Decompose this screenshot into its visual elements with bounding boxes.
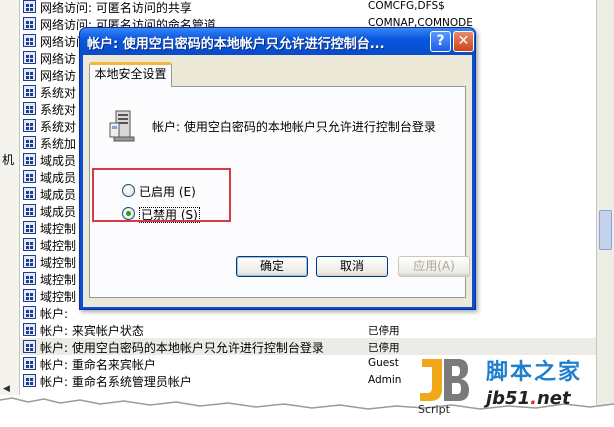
vertical-scrollbar[interactable] xyxy=(596,0,614,405)
policy-icon xyxy=(23,136,36,149)
tree-pane-edge: 机 ◀ xyxy=(0,0,20,395)
policy-icon xyxy=(23,238,36,251)
policy-name: 域成员 xyxy=(40,188,77,202)
policy-value: Admin xyxy=(368,374,402,386)
policy-icon xyxy=(23,357,36,370)
policy-row[interactable]: 帐户: 来宾帐户状态 已停用 xyxy=(20,321,614,338)
policy-icon xyxy=(23,221,36,234)
policy-name: 帐户: 重命名来宾帐户 xyxy=(40,358,156,372)
policy-name: 域控制 xyxy=(40,239,77,253)
policy-name: 域控制 xyxy=(40,256,77,270)
tab-local-security-setting[interactable]: 本地安全设置 xyxy=(89,62,172,87)
policy-icon xyxy=(23,119,36,132)
policy-icon xyxy=(23,255,36,268)
policy-icon xyxy=(23,68,36,81)
policy-value: Guest xyxy=(368,357,399,369)
policy-name: 网络访 xyxy=(40,69,77,83)
policy-icon xyxy=(23,204,36,217)
ok-button[interactable]: 确定 xyxy=(236,256,308,277)
policy-row[interactable]: 网络访问: 可匿名访问的共享 COMCFG,DFS$ xyxy=(20,0,614,15)
policy-icon xyxy=(23,17,36,30)
jb-logo-icon xyxy=(420,359,469,401)
policy-icon xyxy=(23,51,36,64)
watermark-script-text: Script xyxy=(418,403,450,416)
tree-pane-label: 机 xyxy=(2,153,15,167)
policy-title: 帐户: 使用空白密码的本地帐户只允许进行控制台登录 xyxy=(152,120,436,134)
policy-name: 网络访问: 可匿名访问的共享 xyxy=(40,1,192,15)
policy-icon xyxy=(23,289,36,302)
watermark-url: jb51.net xyxy=(486,388,571,409)
policy-icon xyxy=(23,306,36,319)
dialog-title: 帐户: 使用空白密码的本地帐户只允许进行控制台... xyxy=(87,37,385,52)
policy-name: 域成员 xyxy=(40,154,77,168)
help-button[interactable]: ? xyxy=(430,31,451,52)
policy-name: 系统对 xyxy=(40,86,77,100)
policy-icon xyxy=(23,272,36,285)
scrollbar-thumb[interactable] xyxy=(599,210,612,250)
policy-icon xyxy=(23,34,36,47)
policy-icon xyxy=(23,374,36,387)
policy-name: 域控制 xyxy=(40,273,77,287)
policy-name: 帐户: 使用空白密码的本地帐户只允许进行控制台登录 xyxy=(40,341,324,355)
policy-icon xyxy=(23,170,36,183)
policy-icon xyxy=(23,0,36,13)
policy-name: 帐户: 来宾帐户状态 xyxy=(40,324,144,338)
watermark-site-name: 脚本之家 xyxy=(486,360,583,385)
close-button[interactable]: ✕ xyxy=(453,31,474,52)
policy-icon xyxy=(23,153,36,166)
policy-name: 系统加 xyxy=(40,137,77,151)
policy-icon xyxy=(23,102,36,115)
policy-name: 系统对 xyxy=(40,120,77,134)
dialog-titlebar[interactable]: 帐户: 使用空白密码的本地帐户只允许进行控制台... ? ✕ xyxy=(80,28,475,55)
policy-name: 系统对 xyxy=(40,103,77,117)
policy-value: 已停用 xyxy=(368,342,400,354)
cancel-button[interactable]: 取消 xyxy=(316,256,388,277)
policy-icon xyxy=(23,340,36,353)
policy-value: 已停用 xyxy=(368,325,400,337)
policy-name: 帐户: 重命名系统管理员帐户 xyxy=(40,375,192,389)
policy-name: 域成员 xyxy=(40,171,77,185)
policy-name: 网络访 xyxy=(40,52,77,66)
policy-name: 域成员 xyxy=(40,205,77,219)
policy-icon xyxy=(23,85,36,98)
site-watermark: Script 脚本之家 jb51.net xyxy=(408,352,614,427)
policy-value: COMCFG,DFS$ xyxy=(368,0,445,12)
red-highlight-annotation xyxy=(92,168,231,222)
policy-icon xyxy=(23,323,36,336)
policy-name: 域控制 xyxy=(40,222,77,236)
apply-button[interactable]: 应用(A) xyxy=(398,256,470,277)
server-icon xyxy=(109,110,135,142)
policy-name: 帐户: xyxy=(40,307,69,321)
policy-icon xyxy=(23,187,36,200)
policy-name: 域控制 xyxy=(40,290,77,304)
